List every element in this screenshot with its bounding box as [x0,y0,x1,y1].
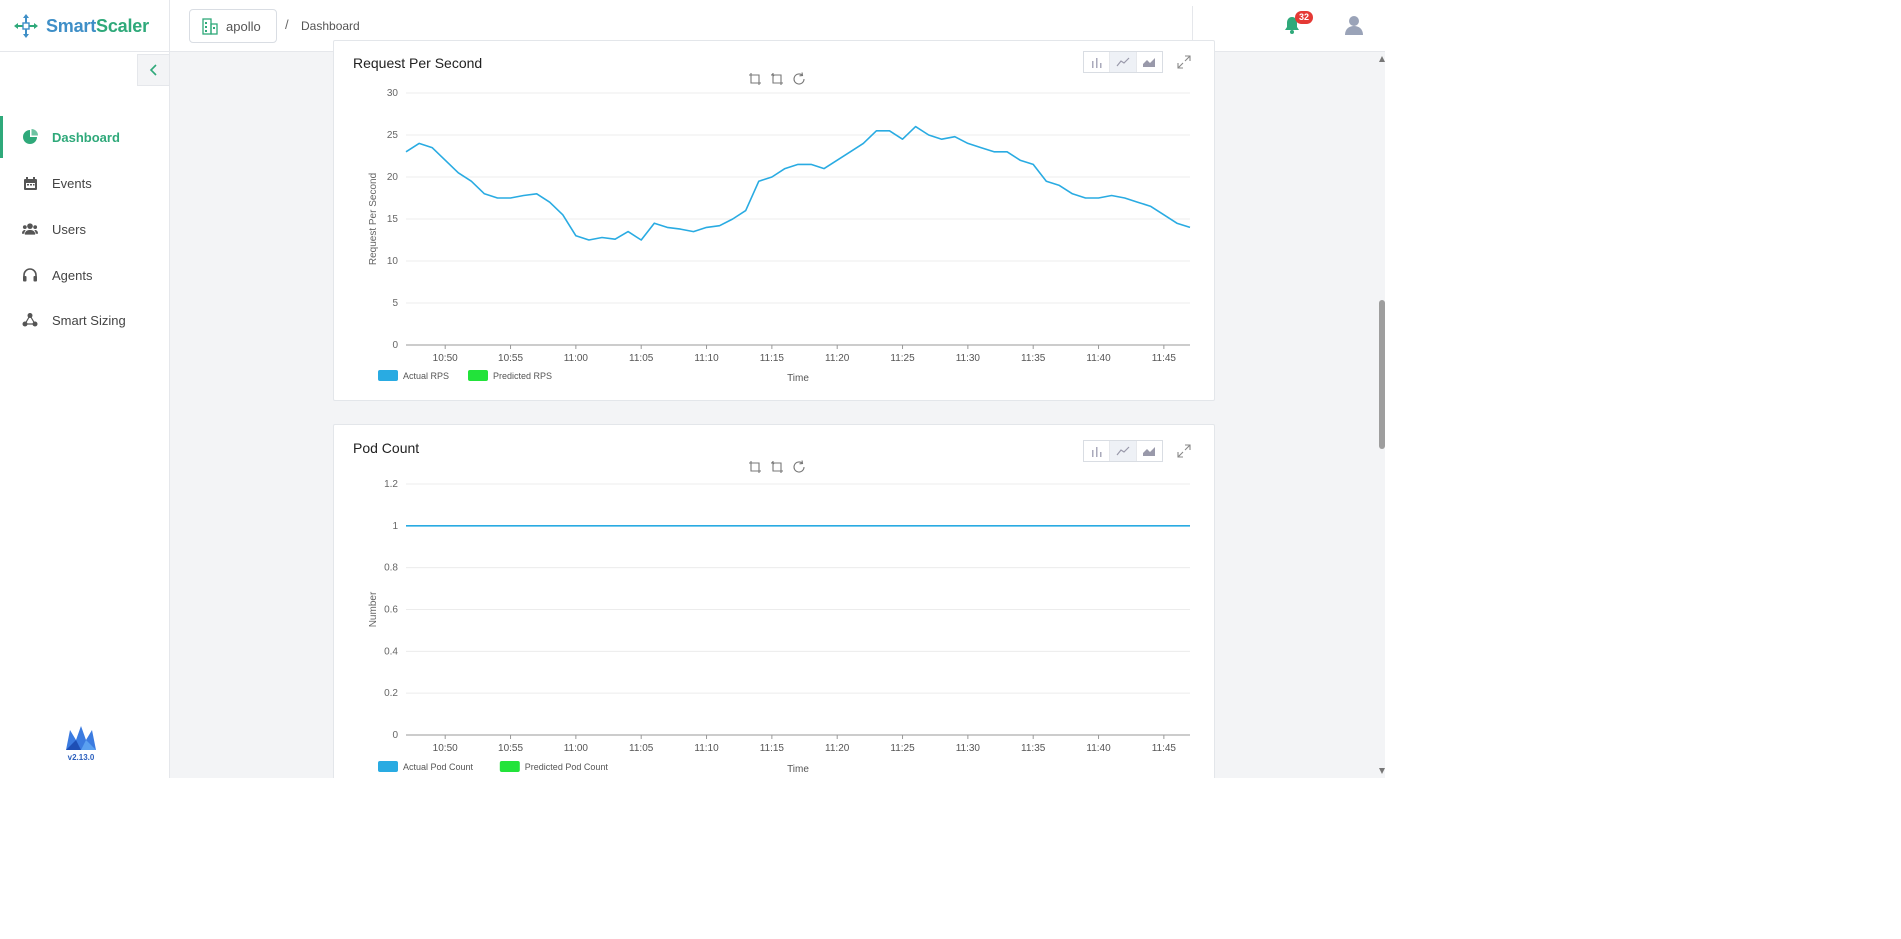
sidebar-item-events[interactable]: Events [0,162,169,204]
x-tick-label: 11:25 [890,353,915,364]
chevron-left-icon [149,64,157,76]
x-tick-label: 10:50 [433,353,458,364]
sidebar-item-label: Dashboard [52,129,120,145]
x-tick-label: 11:15 [760,353,785,364]
users-icon [22,221,38,237]
scroll-down-arrow-icon[interactable] [1379,768,1385,774]
y-tick-label: 25 [387,130,399,141]
pod-count-chart-card: Pod Count 0 0.2 0.4 0.6 0.8 1 1.2 10:50 10:55 11:… [333,424,1215,778]
brand-name: SmartScaler [46,15,149,36]
x-tick-label: 10:55 [498,353,523,364]
x-tick-label: 11:00 [564,353,589,364]
y-tick-label: 5 [392,298,398,309]
pie-chart-icon [22,129,38,145]
legend-swatch [468,370,488,381]
x-tick-label: 11:30 [956,743,981,754]
calendar-icon [22,175,38,191]
x-tick-label: 11:45 [1152,743,1177,754]
legend-label: Actual Pod Count [403,762,474,772]
user-avatar-icon[interactable] [1343,14,1365,36]
y-axis-label: Request Per Second [368,173,379,265]
x-tick-label: 11:10 [694,743,719,754]
crown-logo-icon [64,724,98,752]
legend-label: Predicted RPS [493,371,552,381]
y-tick-label: 0.8 [384,563,398,574]
x-tick-label: 11:15 [760,743,785,754]
legend-swatch [499,761,520,772]
legend-label: Actual RPS [403,371,449,381]
building-icon [202,18,218,35]
x-tick-label: 10:55 [498,743,523,754]
x-tick-label: 11:20 [825,353,850,364]
logo[interactable]: SmartScaler [12,12,149,40]
x-axis-label: Time [787,373,809,384]
sidebar-item-label: Smart Sizing [52,312,126,328]
sidebar-item-label: Agents [52,267,93,283]
x-tick-label: 11:20 [825,743,850,754]
rps-chart-card: Request Per Second 0 5 10 15 20 25 30 10:50 10:5… [333,40,1215,401]
cluster-name: apollo [226,18,261,34]
x-tick-label: 11:05 [629,353,654,364]
x-tick-label: 11:35 [1021,353,1046,364]
sidebar-item-smart-sizing[interactable]: Smart Sizing [0,299,169,341]
y-tick-label: 30 [387,88,399,99]
y-tick-label: 0 [392,730,398,741]
y-tick-label: 20 [387,172,399,183]
y-tick-label: 10 [387,256,399,267]
y-tick-label: 0 [392,340,398,351]
x-tick-label: 11:40 [1086,353,1111,364]
x-tick-label: 11:00 [564,743,589,754]
x-tick-label: 11:30 [956,353,981,364]
x-axis-label: Time [787,764,809,775]
x-tick-label: 11:40 [1086,743,1111,754]
pod-count-line-chart: 0 0.2 0.4 0.6 0.8 1 1.2 10:50 10:55 11:00 11:05 11:… [368,479,1190,775]
x-tick-label: 11:10 [694,353,719,364]
scroll-up-arrow-icon[interactable] [1379,56,1385,62]
rps-line-chart: 0 5 10 15 20 25 30 10:50 10:55 11:00 11:05 11:10 11:… [368,88,1191,384]
y-tick-label: 15 [387,214,399,225]
app-root: SmartScaler apollo / Dashboard 32 Dashbo… [0,0,1385,778]
y-tick-label: 1.2 [384,479,398,490]
legend-label: Predicted Pod Count [525,762,609,772]
breadcrumb-current-page: Dashboard [301,19,360,33]
x-tick-label: 11:45 [1152,353,1177,364]
scrollbar-thumb[interactable] [1379,300,1385,449]
headset-icon [22,267,38,283]
y-tick-label: 0.4 [384,646,398,657]
cluster-icon [22,312,38,328]
series-line-actual [405,125,1191,241]
x-tick-label: 10:50 [433,743,458,754]
x-tick-label: 11:25 [890,743,915,754]
cluster-selector-button[interactable]: apollo [189,9,277,43]
sidebar-item-label: Users [52,221,86,237]
sidebar: Dashboard Events Users Agents Smart Sizi… [0,52,170,778]
sidebar-item-agents[interactable]: Agents [0,254,169,296]
y-tick-label: 0.6 [384,605,398,616]
sidebar-item-users[interactable]: Users [0,208,169,250]
header-divider [169,0,170,52]
collapse-sidebar-button[interactable] [137,54,170,86]
notification-count-badge: 32 [1295,11,1313,24]
sidebar-item-dashboard[interactable]: Dashboard [0,116,169,158]
x-tick-label: 11:35 [1021,743,1046,754]
y-tick-label: 0.2 [384,688,398,699]
y-axis-label: Number [368,591,379,627]
app-version: v2.13.0 [67,753,95,762]
legend-swatch [378,370,398,381]
y-tick-label: 1 [392,521,398,532]
legend-swatch [378,761,398,772]
sidebar-item-label: Events [52,175,92,191]
smartscaler-logo-icon [14,14,38,38]
x-tick-label: 11:05 [629,743,654,754]
breadcrumb-separator: / [285,17,289,32]
